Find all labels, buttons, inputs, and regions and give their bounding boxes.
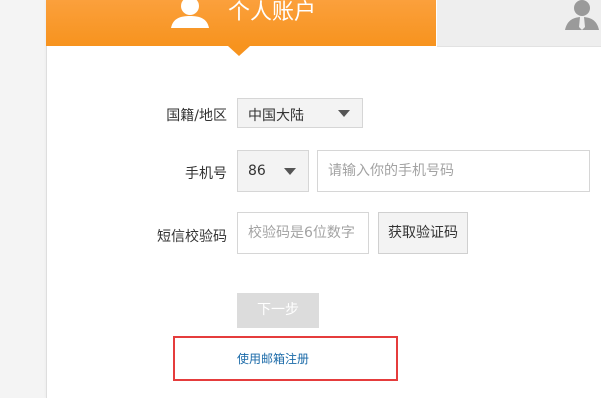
nationality-label: 国籍/地区 <box>166 108 227 124</box>
tab-personal-label: 个人账户 <box>228 0 317 25</box>
chevron-down-icon <box>284 168 296 175</box>
nationality-select[interactable]: 中国大陆 <box>237 98 363 128</box>
sms-code-label: 短信校验码 <box>157 229 227 245</box>
get-code-button[interactable]: 获取验证码 <box>378 212 468 254</box>
chevron-down-icon <box>338 110 350 117</box>
nationality-value: 中国大陆 <box>248 108 304 124</box>
country-code-select[interactable]: 86 <box>237 150 309 192</box>
phone-label: 手机号 <box>185 166 227 182</box>
tab-personal-account[interactable]: 个人账户 <box>46 0 436 56</box>
user-icon <box>171 0 209 28</box>
email-register-link[interactable]: 使用邮箱注册 <box>237 350 309 367</box>
tab-business-account[interactable] <box>437 0 601 47</box>
phone-input[interactable] <box>317 150 590 192</box>
active-tab-arrow <box>228 46 250 56</box>
business-user-icon <box>565 0 599 30</box>
country-code-value: 86 <box>248 163 266 179</box>
next-step-button[interactable]: 下一步 <box>237 293 319 328</box>
sms-code-input[interactable] <box>237 212 369 254</box>
